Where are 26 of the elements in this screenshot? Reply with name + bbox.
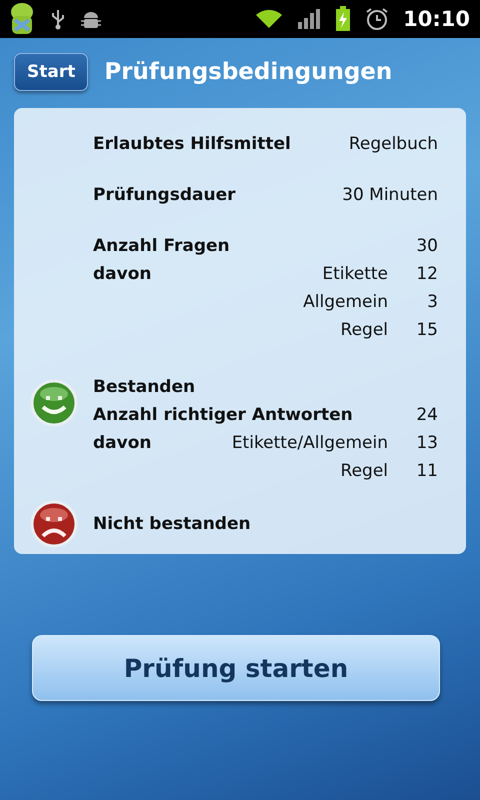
condition-value: 13: [415, 433, 438, 453]
condition-value: 11: [415, 461, 438, 481]
condition-sublabel: Allgemein: [303, 292, 388, 312]
condition-sublabel: Regel: [340, 461, 388, 481]
condition-label: Erlaubtes Hilfsmittel: [93, 134, 292, 154]
condition-label: davon: [93, 264, 153, 284]
condition-value: 24: [415, 405, 438, 425]
status-time: 10:10: [403, 7, 470, 31]
condition-value: 30: [415, 236, 438, 256]
condition-label: Bestanden: [93, 377, 196, 397]
condition-label: davon: [93, 433, 153, 453]
condition-sublabel: Regel: [340, 320, 388, 340]
condition-sublabel: Etikette: [322, 264, 388, 284]
condition-value: 15: [415, 320, 438, 340]
condition-label: Prüfungsdauer: [93, 185, 236, 205]
condition-value: 3: [426, 292, 438, 312]
condition-sublabel: Etikette/Allgemein: [232, 433, 388, 453]
condition-label: Nicht bestanden: [93, 514, 252, 534]
condition-label: Anzahl Fragen: [93, 236, 231, 256]
condition-value: 30 Minuten: [342, 185, 438, 205]
start-exam-button[interactable]: Prüfung starten: [32, 635, 440, 701]
condition-value: 12: [415, 264, 438, 284]
condition-value: Regelbuch: [348, 134, 438, 154]
start-button[interactable]: Start: [14, 53, 88, 91]
screen-title: Prüfungsbedingungen: [104, 59, 392, 85]
condition-label: Anzahl richtiger Antworten: [93, 405, 354, 425]
